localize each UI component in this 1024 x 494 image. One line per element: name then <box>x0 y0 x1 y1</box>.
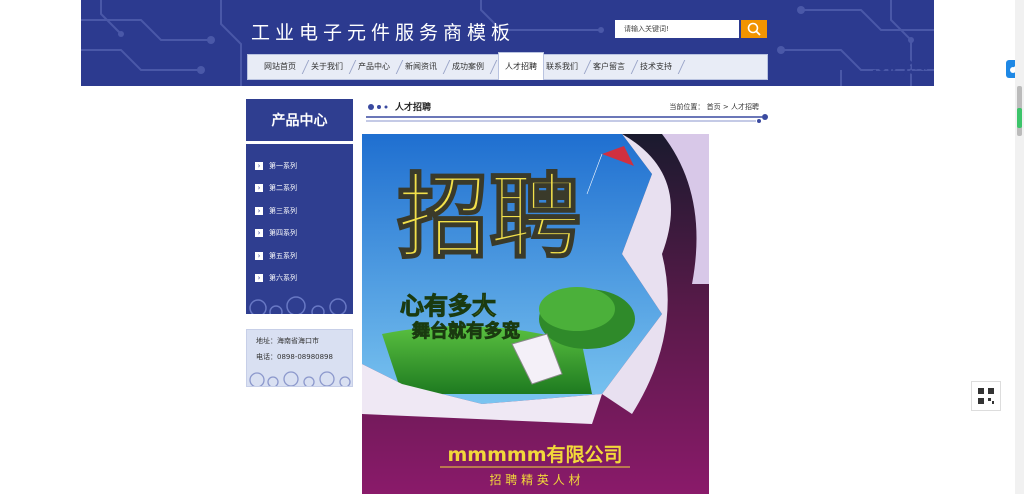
search-icon <box>747 22 761 36</box>
qr-code-button[interactable] <box>971 381 1001 411</box>
sidebar-item-label: 第四系列 <box>269 229 297 237</box>
poster-slogan-line2: 舞台就有多宽 <box>412 320 520 342</box>
sidebar-title: 产品中心 <box>271 113 328 129</box>
poster-tagline: 招 聘 精 英 人 材 <box>489 473 580 487</box>
sidebar-title-box: 产品中心 <box>246 99 353 141</box>
qr-code-icon <box>978 388 994 404</box>
nav-item-products[interactable]: 产品中心 <box>358 55 390 79</box>
arrow-right-icon: › <box>255 274 263 282</box>
nav-item-message[interactable]: 客户留言 <box>593 55 625 79</box>
sidebar-item-series-6[interactable]: › 第六系列 <box>255 272 297 284</box>
sidebar-item-label: 第三系列 <box>269 207 297 215</box>
poster-graphic: 招聘 心有多大 舞台就有多宽 mmmmm有限公司 招 聘 精 英 人 材 <box>362 134 709 494</box>
gears-icon <box>872 58 934 78</box>
sidebar-item-series-5[interactable]: › 第五系列 <box>255 250 297 262</box>
arrow-right-icon: › <box>255 252 263 260</box>
breadcrumb-current: 人才招聘 <box>731 103 759 111</box>
nav-item-home[interactable]: 网站首页 <box>264 55 296 79</box>
scrollbar[interactable] <box>1015 0 1024 494</box>
sidebar-item-label: 第五系列 <box>269 252 297 260</box>
breadcrumb: 当前位置： 首页 > 人才招聘 <box>669 102 759 112</box>
scrollbar-indicator <box>1017 108 1022 128</box>
nav-item-about[interactable]: 关于我们 <box>311 55 343 79</box>
sidebar-item-series-2[interactable]: › 第二系列 <box>255 182 297 194</box>
poster-headline: 招聘 <box>397 164 581 271</box>
search-bar <box>615 20 767 38</box>
arrow-right-icon: › <box>255 229 263 237</box>
sidebar-item-series-1[interactable]: › 第一系列 <box>255 160 297 172</box>
breadcrumb-home[interactable]: 首页 <box>707 103 721 111</box>
nav-item-contact[interactable]: 联系我们 <box>546 55 578 79</box>
breadcrumb-prefix: 当前位置： <box>669 103 705 111</box>
sidebar-item-label: 第六系列 <box>269 274 297 282</box>
search-input[interactable] <box>615 20 739 38</box>
poster-company: mmmmm有限公司 <box>448 443 623 466</box>
breadcrumb-separator: > <box>722 103 729 111</box>
content-header: 人才招聘 当前位置： 首页 > 人才招聘 <box>362 96 770 124</box>
search-button[interactable] <box>741 20 767 38</box>
poster-slogan-line1: 心有多大 <box>400 292 496 320</box>
arrow-right-icon: › <box>255 162 263 170</box>
gears-decoration <box>249 296 347 314</box>
nav-item-jobs[interactable]: 人才招聘 <box>498 52 544 80</box>
sidebar-item-series-3[interactable]: › 第三系列 <box>255 205 297 217</box>
contact-address: 地址：海南省海口市 <box>256 337 319 345</box>
nav-item-news[interactable]: 新闻资讯 <box>405 55 437 79</box>
site-header: 工业电子元件服务商模板 网站首页 关于我们 产品中心 新闻资讯 成功案例 人才招… <box>81 0 934 86</box>
sidebar-item-label: 第二系列 <box>269 184 297 192</box>
site-title: 工业电子元件服务商模板 <box>251 22 516 44</box>
recruitment-poster: 招聘 心有多大 舞台就有多宽 mmmmm有限公司 招 聘 精 英 人 材 <box>362 134 709 494</box>
gears-decoration <box>249 371 351 386</box>
nav-item-cases[interactable]: 成功案例 <box>452 55 484 79</box>
arrow-right-icon: › <box>255 184 263 192</box>
main-nav: 网站首页 关于我们 产品中心 新闻资讯 成功案例 人才招聘 联系我们 客户留言 … <box>247 52 934 80</box>
nav-item-support[interactable]: 技术支持 <box>640 55 672 79</box>
sidebar-list: › 第一系列 › 第二系列 › 第三系列 › 第四系列 › 第五系列 › 第六系列 <box>246 144 353 314</box>
arrow-right-icon: › <box>255 207 263 215</box>
contact-phone: 电话：0898-08980898 <box>256 353 333 361</box>
sidebar-item-label: 第一系列 <box>269 162 297 170</box>
sidebar-item-series-4[interactable]: › 第四系列 <box>255 227 297 239</box>
contact-box: 地址：海南省海口市 电话：0898-08980898 <box>246 329 353 387</box>
content-title: 人才招聘 <box>395 103 432 113</box>
